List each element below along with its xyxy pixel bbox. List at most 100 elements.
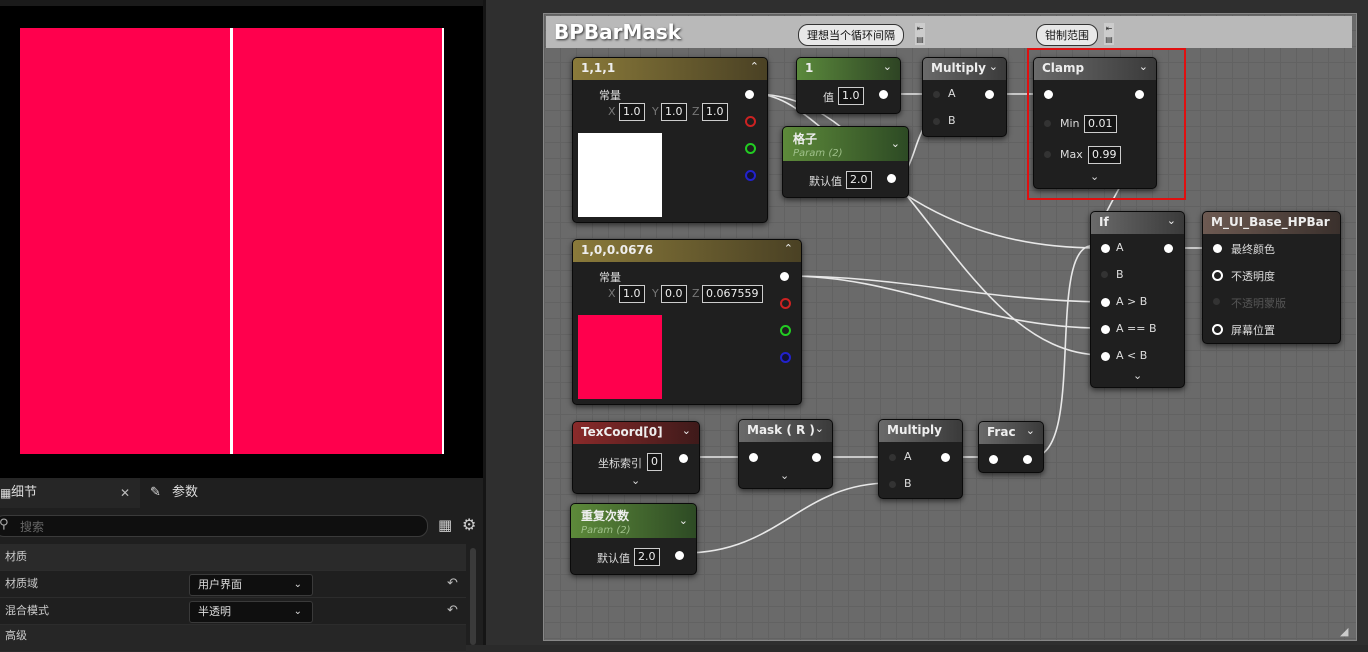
output-pin[interactable]: [887, 174, 896, 183]
z-value-field[interactable]: 0.067559: [702, 285, 763, 303]
input-pin[interactable]: [989, 455, 998, 464]
node-header[interactable]: TexCoord[0]: [573, 422, 699, 444]
value-field[interactable]: 1.0: [838, 87, 864, 105]
input-pin-a[interactable]: [1101, 244, 1110, 253]
input-pin-a[interactable]: [889, 454, 896, 461]
wire-repeat-to-multiply-b: [683, 482, 891, 554]
pin-comment-icon[interactable]: ⇤ ▤: [1104, 23, 1114, 45]
default-value-field[interactable]: 2.0: [846, 171, 872, 189]
comment-bubble-clamp[interactable]: 钳制范围: [1036, 24, 1098, 46]
pin-label: A: [948, 87, 956, 100]
x-value-field[interactable]: 1.0: [619, 285, 645, 303]
input-pin-agtb[interactable]: [1101, 298, 1110, 307]
z-label: Z: [692, 105, 700, 118]
node-texcoord[interactable]: TexCoord[0] ⌄ 坐标索引 0 ⌄: [572, 421, 700, 494]
default-value-field[interactable]: 2.0: [634, 548, 660, 566]
wire-const-red-to-if-agtb: [787, 275, 1103, 303]
chevron-down-icon[interactable]: ⌄: [1167, 214, 1176, 227]
node-param-repeat-count[interactable]: 重复次数 Param (2) ⌄ 默认值 2.0: [570, 503, 697, 575]
input-pin-opacity-mask[interactable]: [1213, 298, 1220, 305]
comment-bubble-interval[interactable]: 理想当个循环间隔: [798, 24, 904, 46]
red-highlight-box: [1027, 48, 1186, 200]
output-pin[interactable]: [1164, 244, 1173, 253]
node-header[interactable]: Multiply: [879, 420, 962, 442]
output-pin[interactable]: [679, 454, 688, 463]
pin-label: 不透明蒙版: [1231, 297, 1286, 310]
input-pin-aeqb[interactable]: [1101, 325, 1110, 334]
y-label: Y: [652, 287, 659, 300]
output-pin[interactable]: [879, 90, 888, 99]
chevron-down-icon[interactable]: ⌄: [682, 424, 691, 437]
input-pin-a[interactable]: [933, 91, 940, 98]
output-pin-r[interactable]: [780, 298, 791, 309]
node-multiply-bottom[interactable]: Multiply A B: [878, 419, 963, 499]
output-pin-g[interactable]: [780, 325, 791, 336]
input-pin-screen-position[interactable]: [1212, 324, 1223, 335]
pin-label: A < B: [1116, 349, 1148, 362]
output-pin[interactable]: [675, 551, 684, 560]
input-pin-opacity[interactable]: [1212, 270, 1223, 281]
default-label: 默认值: [597, 552, 630, 565]
index-label: 坐标索引: [598, 457, 642, 470]
node-header[interactable]: 重复次数 Param (2): [571, 504, 696, 538]
output-pin[interactable]: [985, 90, 994, 99]
chevron-down-icon[interactable]: ⌄: [891, 137, 900, 150]
output-pin-b[interactable]: [745, 170, 756, 181]
expand-chevron-icon[interactable]: ⌄: [631, 474, 640, 487]
chevron-down-icon[interactable]: ⌄: [989, 60, 998, 73]
node-mask-r[interactable]: Mask ( R ) ⌄ ⌄: [738, 419, 833, 489]
pin-label: B: [904, 477, 912, 490]
node-if[interactable]: If ⌄ A B A > B A == B A < B ⌄: [1090, 211, 1185, 388]
node-scalar-one[interactable]: 1 ⌄ 值 1.0: [796, 57, 901, 114]
node-constant-white[interactable]: 1,1,1 ⌃ 常量 X 1.0 Y 1.0 Z 1.0: [572, 57, 768, 223]
expand-chevron-icon[interactable]: ⌄: [780, 469, 789, 482]
input-pin-altb[interactable]: [1101, 352, 1110, 361]
value-label: 值: [823, 91, 834, 104]
pin-label: A: [1116, 241, 1124, 254]
node-frac[interactable]: Frac ⌄: [978, 421, 1044, 473]
x-value-field[interactable]: 1.0: [619, 103, 645, 121]
y-value-field[interactable]: 1.0: [661, 103, 687, 121]
input-pin-b[interactable]: [933, 118, 940, 125]
output-pin-b[interactable]: [780, 352, 791, 363]
node-header[interactable]: 1,0,0.0676: [573, 240, 801, 262]
input-pin-b[interactable]: [1101, 271, 1108, 278]
z-value-field[interactable]: 1.0: [702, 103, 728, 121]
pin-comment-icon[interactable]: ⇤ ▤: [915, 23, 925, 45]
y-value-field[interactable]: 0.0: [661, 285, 687, 303]
expand-chevron-icon[interactable]: ⌄: [1133, 369, 1142, 382]
node-header[interactable]: 格子 Param (2): [783, 127, 908, 161]
output-pin[interactable]: [812, 453, 821, 462]
output-pin[interactable]: [941, 453, 950, 462]
node-constant-red[interactable]: 1,0,0.0676 ⌃ 常量 X 1.0 Y 0.0 Z 0.067559: [572, 239, 802, 405]
index-value-field[interactable]: 0: [647, 453, 662, 471]
default-label: 默认值: [809, 175, 842, 188]
input-pin[interactable]: [749, 453, 758, 462]
z-label: Z: [692, 287, 700, 300]
chevron-down-icon[interactable]: ⌄: [883, 60, 892, 73]
chevron-down-icon[interactable]: ⌄: [679, 514, 688, 527]
chevron-down-icon[interactable]: ⌄: [815, 422, 824, 435]
node-header[interactable]: 1,1,1: [573, 58, 767, 80]
resize-grip-icon[interactable]: ◢: [1340, 625, 1348, 638]
chevron-down-icon[interactable]: ⌄: [1026, 424, 1035, 437]
pin-label: 不透明度: [1231, 270, 1275, 283]
input-pin-b[interactable]: [889, 481, 896, 488]
pin-label: 屏幕位置: [1231, 324, 1275, 337]
output-pin-g[interactable]: [745, 143, 756, 154]
node-header[interactable]: M_UI_Base_HPBar: [1203, 212, 1340, 234]
node-material-result[interactable]: M_UI_Base_HPBar 最终颜色 不透明度 不透明蒙版 屏幕位置: [1202, 211, 1341, 344]
color-swatch: [578, 133, 662, 217]
node-multiply-top[interactable]: Multiply ⌄ A B: [922, 57, 1007, 137]
output-pin[interactable]: [780, 272, 789, 281]
node-param-grid[interactable]: 格子 Param (2) ⌄ 默认值 2.0: [782, 126, 909, 198]
input-pin-final-color[interactable]: [1213, 244, 1222, 253]
pin-label: A > B: [1116, 295, 1148, 308]
chevron-up-icon[interactable]: ⌃: [750, 60, 759, 73]
chevron-up-icon[interactable]: ⌃: [784, 242, 793, 255]
pin-label: A == B: [1116, 322, 1157, 335]
output-pin[interactable]: [745, 90, 754, 99]
output-pin[interactable]: [1023, 455, 1032, 464]
pin-label: A: [904, 450, 912, 463]
output-pin-r[interactable]: [745, 116, 756, 127]
